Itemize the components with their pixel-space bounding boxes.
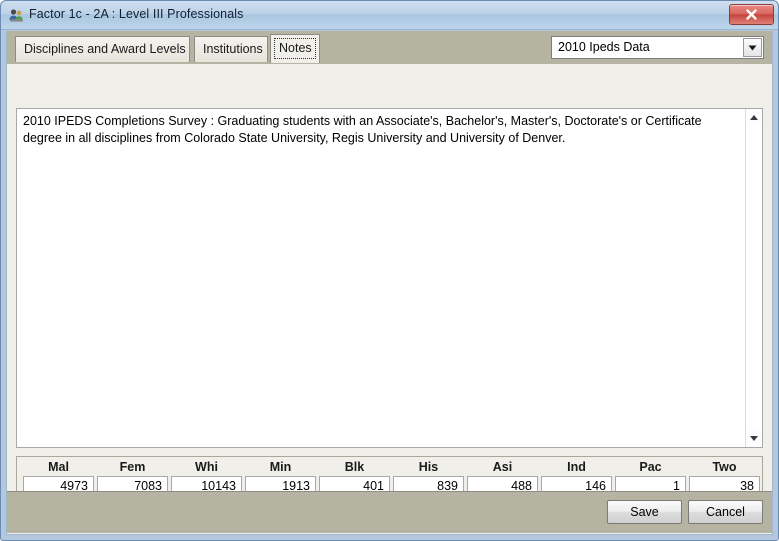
stat-header: Fem	[119, 460, 146, 474]
stat-header: Blk	[344, 460, 365, 474]
stat-header: His	[418, 460, 439, 474]
tab-disciplines-and-award-levels[interactable]: Disciplines and Award Levels	[15, 36, 190, 62]
title-bar[interactable]: Factor 1c - 2A : Level III Professionals	[1, 1, 778, 30]
stat-header: Whi	[195, 460, 218, 474]
close-button[interactable]	[729, 4, 774, 25]
dialog-window: Factor 1c - 2A : Level III Professionals…	[0, 0, 779, 541]
tab-label: Disciplines and Award Levels	[24, 42, 186, 56]
tab-institutions[interactable]: Institutions	[194, 36, 268, 62]
scroll-down-button[interactable]	[746, 430, 762, 447]
window-title: Factor 1c - 2A : Level III Professionals	[29, 7, 244, 21]
stat-header: Pac	[639, 460, 662, 474]
notes-text-content[interactable]: 2010 IPEDS Completions Survey : Graduati…	[23, 113, 736, 147]
tab-label: Institutions	[203, 42, 263, 56]
cancel-button[interactable]: Cancel	[688, 500, 763, 524]
scroll-down-arrow-icon	[750, 436, 758, 441]
notes-page: 2010 IPEDS Completions Survey : Graduati…	[7, 64, 772, 533]
notes-textarea[interactable]: 2010 IPEDS Completions Survey : Graduati…	[16, 108, 763, 448]
dialog-button-bar: Save Cancel	[7, 491, 772, 533]
people-group-icon	[8, 7, 25, 24]
stat-header: Asi	[492, 460, 513, 474]
stat-header: Two	[712, 460, 737, 474]
stat-header: Min	[269, 460, 292, 474]
notes-scrollbar[interactable]	[745, 109, 762, 447]
tab-focus-outline	[274, 38, 316, 59]
tab-notes[interactable]: Notes	[270, 34, 320, 63]
dataset-select[interactable]: 2010 Ipeds Data	[551, 36, 764, 59]
close-icon	[746, 9, 757, 20]
save-button[interactable]: Save	[607, 500, 682, 524]
scroll-up-button[interactable]	[746, 109, 762, 126]
dataset-select-value: 2010 Ipeds Data	[558, 40, 650, 54]
tab-strip: Disciplines and Award Levels Institution…	[7, 31, 772, 64]
scroll-up-arrow-icon	[750, 115, 758, 120]
client-area: Disciplines and Award Levels Institution…	[6, 31, 773, 535]
stat-header: Mal	[48, 460, 69, 474]
chevron-down-icon[interactable]	[743, 38, 762, 57]
stat-header: Ind	[567, 460, 586, 474]
